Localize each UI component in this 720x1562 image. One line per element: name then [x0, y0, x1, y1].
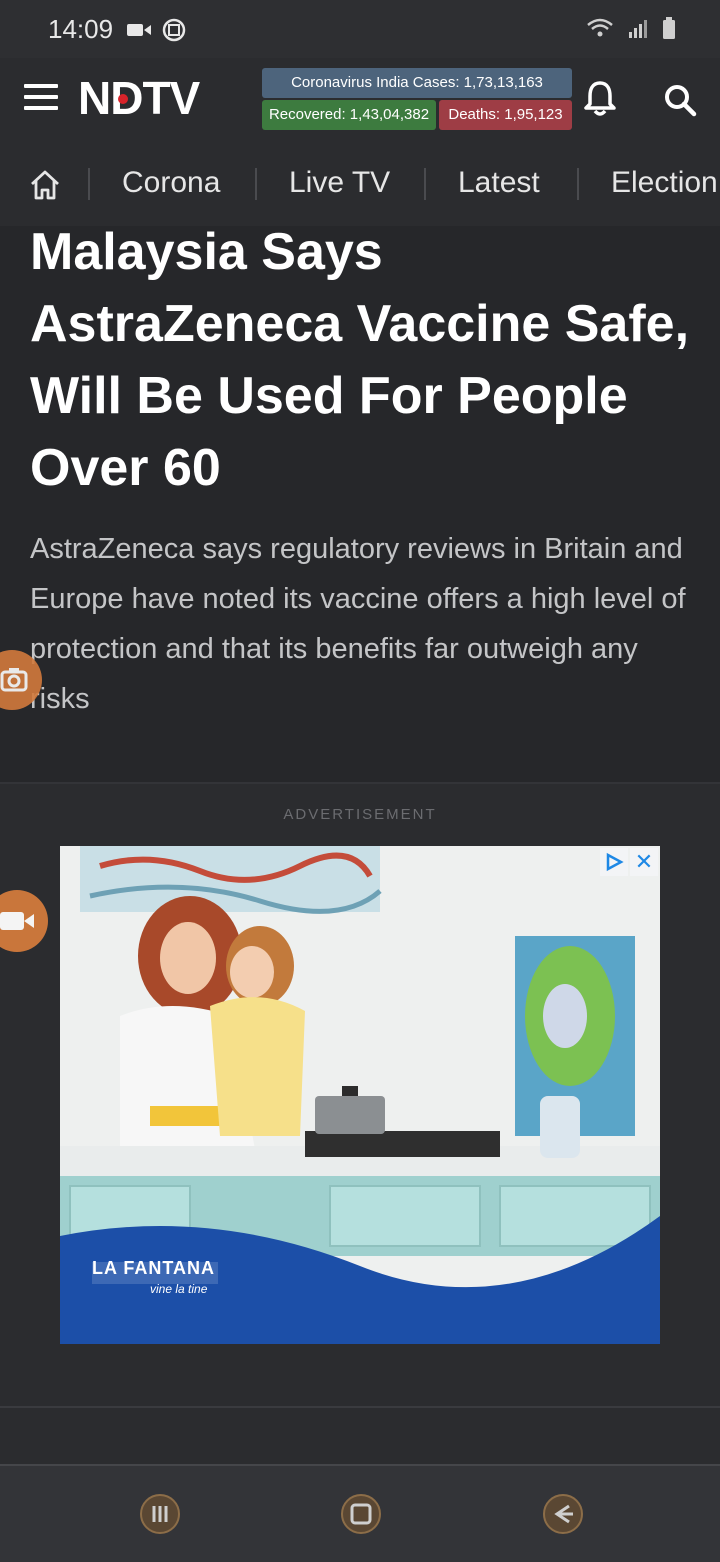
- back-icon[interactable]: [541, 1492, 585, 1536]
- camera-fab[interactable]: [0, 650, 42, 710]
- nav-item-election[interactable]: Election: [611, 166, 718, 200]
- screenshot-icon: [162, 18, 186, 42]
- video-fab[interactable]: [0, 890, 48, 952]
- covid-recovered-badge[interactable]: Recovered: 1,43,04,382: [262, 100, 436, 130]
- notification-bell-icon[interactable]: [580, 78, 620, 118]
- ad-choices-icon[interactable]: [600, 848, 628, 876]
- home-button-icon[interactable]: [339, 1492, 383, 1536]
- signal-icon: [629, 20, 647, 38]
- ad-label: ADVERTISEMENT: [283, 806, 437, 823]
- battery-icon: [663, 17, 675, 39]
- article-summary: AstraZeneca says regulatory reviews in B…: [30, 533, 686, 715]
- video-camera-icon: [0, 912, 34, 930]
- nav-item-latest[interactable]: Latest: [458, 166, 540, 200]
- content-footer: [0, 1406, 720, 1466]
- ndtv-logo[interactable]: NDTV: [78, 72, 200, 124]
- ad-banner[interactable]: LA FANTANA vine la tine ✕: [60, 846, 660, 1344]
- article-headline[interactable]: Malaysia Says AstraZeneca Vaccine Safe, …: [30, 216, 700, 504]
- ad-slogan: vine la tine: [150, 1282, 208, 1296]
- search-icon[interactable]: [660, 80, 700, 120]
- status-system-icons: [586, 16, 676, 40]
- nav-separator: [424, 168, 426, 200]
- status-bar: 14:09: [0, 0, 720, 58]
- home-icon[interactable]: [28, 168, 62, 202]
- nav-item-live-tv[interactable]: Live TV: [289, 166, 390, 200]
- covid-cases-badge[interactable]: Coronavirus India Cases: 1,73,13,163: [262, 68, 572, 98]
- status-notification-icons: [126, 18, 186, 42]
- ad-close-icon[interactable]: ✕: [630, 848, 658, 876]
- covid-stats-panel[interactable]: Coronavirus India Cases: 1,73,13,163 Rec…: [262, 68, 572, 132]
- nav-separator: [88, 168, 90, 200]
- nav-separator: [577, 168, 579, 200]
- nav-separator: [255, 168, 257, 200]
- category-nav: Corona Live TV Latest Election: [0, 142, 720, 226]
- status-time: 14:09: [48, 14, 114, 44]
- ad-brand-name: LA FANTANA: [92, 1258, 215, 1278]
- app-header: NDTV Coronavirus India Cases: 1,73,13,16…: [0, 58, 720, 142]
- video-camera-icon: [127, 24, 151, 36]
- wifi-icon: [587, 18, 613, 37]
- system-nav-bar: [0, 1464, 720, 1562]
- advertisement-section: ADVERTISEMENT LA FANTANA vine la tine ✕: [0, 784, 720, 1406]
- nav-item-corona[interactable]: Corona: [122, 166, 220, 200]
- recent-apps-icon[interactable]: [138, 1492, 182, 1536]
- play-triangle-icon: [606, 852, 624, 872]
- hamburger-menu-icon[interactable]: [24, 84, 58, 114]
- camera-icon: [0, 668, 28, 692]
- covid-deaths-badge[interactable]: Deaths: 1,95,123: [439, 100, 572, 130]
- logo-red-dot: [118, 94, 128, 104]
